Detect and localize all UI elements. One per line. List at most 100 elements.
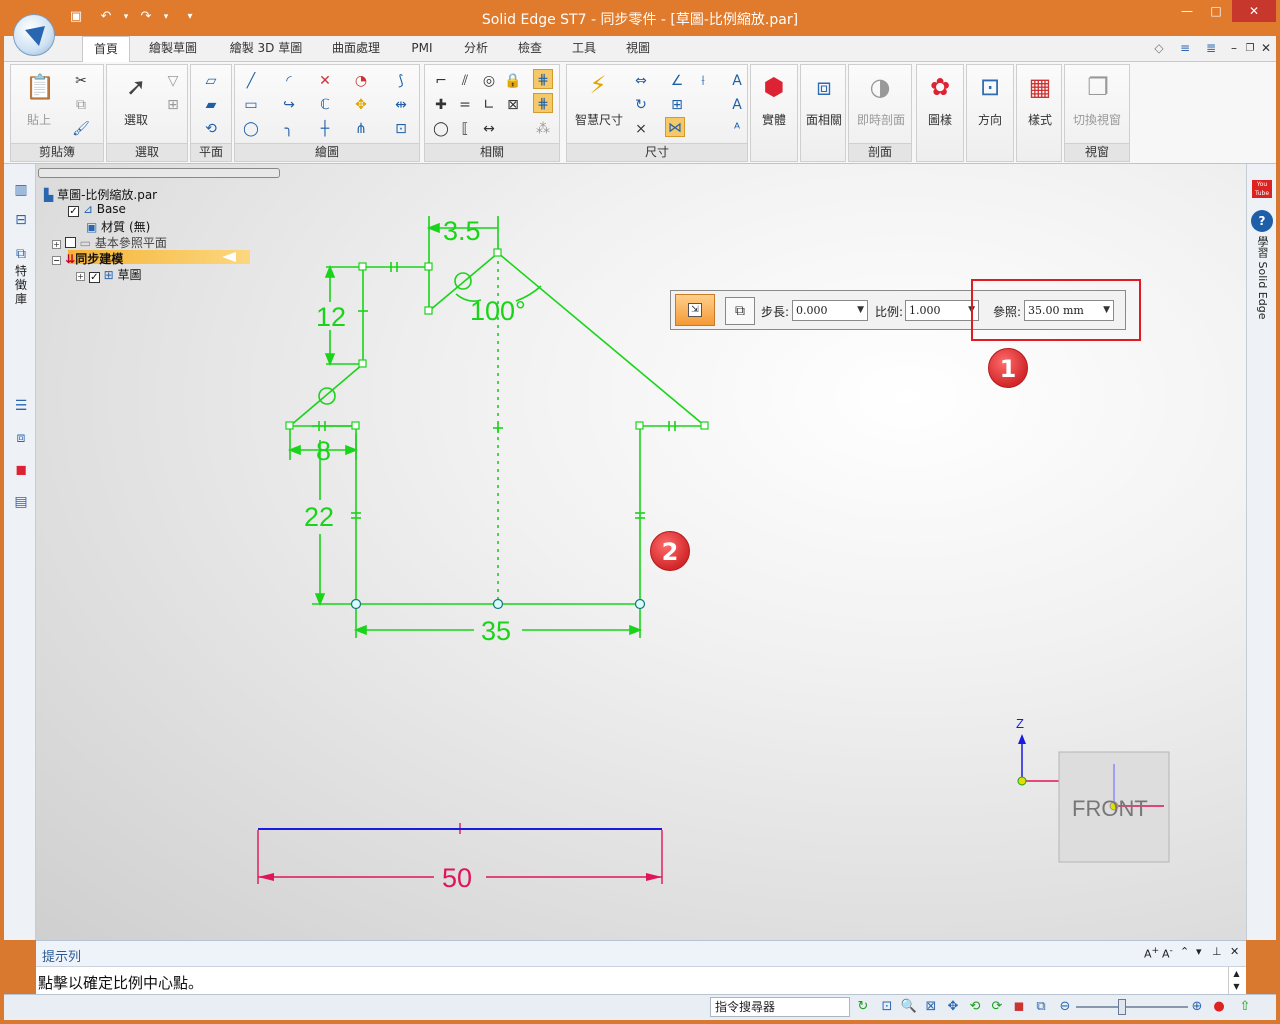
feature-library-label[interactable]: 特徵庫	[14, 264, 28, 306]
tangent-icon[interactable]: ◯	[431, 119, 451, 139]
chamfer-dim-icon[interactable]: ⨯	[631, 119, 651, 139]
relation-handles-icon[interactable]: ⋕	[533, 93, 553, 113]
dim-12[interactable]: 12	[316, 302, 346, 332]
layout-icon[interactable]: ≣	[1200, 36, 1222, 62]
theme-icon[interactable]: ≡	[1174, 36, 1196, 62]
pattern-icon[interactable]: ✿	[923, 71, 957, 103]
face-relate-icon[interactable]: ⧈	[807, 71, 841, 103]
fit-icon[interactable]: ⊠	[922, 998, 940, 1016]
rotate-icon[interactable]: ⟲	[966, 998, 984, 1016]
rigid-set-icon[interactable]: ⊠	[503, 95, 523, 115]
doc-restore-icon[interactable]: ❐	[1242, 36, 1258, 62]
trim-icon[interactable]: ✕	[315, 71, 335, 91]
redo-dropdown-icon[interactable]: ▾	[156, 7, 176, 27]
lock-icon[interactable]: 🔒	[503, 71, 523, 91]
minimize-button[interactable]: —	[1172, 0, 1202, 22]
zoom-icon[interactable]: 🔍	[900, 998, 918, 1016]
doc-close-icon[interactable]: ✕	[1258, 36, 1274, 62]
zoom-slider-handle[interactable]	[1118, 999, 1126, 1015]
offset-icon[interactable]: ◔	[351, 71, 371, 91]
layers-tab-icon[interactable]: ⊟	[11, 210, 31, 230]
switch-window-icon[interactable]: ❐	[1081, 71, 1115, 103]
solids-icon[interactable]: ⬢	[757, 71, 791, 103]
youtube-icon[interactable]: You Tube	[1252, 180, 1272, 198]
copy-toggle-button[interactable]: ⧉	[725, 297, 755, 325]
zoom-slider-track[interactable]	[1076, 1006, 1188, 1008]
scale-center-button[interactable]: ⇲	[675, 294, 715, 326]
rectangle-icon[interactable]: ▭	[241, 95, 261, 115]
redo-icon[interactable]: ↷	[136, 7, 156, 27]
mirror-icon[interactable]: ⇹	[391, 95, 411, 115]
project-icon[interactable]: ⊡	[391, 119, 411, 139]
circle-icon[interactable]: ◯	[241, 119, 261, 139]
save-icon[interactable]: ▣	[66, 7, 86, 27]
customize-qat-icon[interactable]: ▾	[180, 7, 200, 27]
concentric-icon[interactable]: ◎	[479, 71, 499, 91]
dim-22[interactable]: 22	[304, 502, 334, 532]
close-icon[interactable]: ✕	[1230, 945, 1239, 958]
dim-style-icon[interactable]: A	[727, 71, 747, 91]
select-arrow-icon[interactable]: ➚	[119, 71, 153, 103]
line-icon[interactable]: ╱	[241, 71, 261, 91]
tab-pmi[interactable]: PMI	[400, 36, 444, 62]
dim-50[interactable]: 50	[442, 863, 472, 893]
orient-icon[interactable]: ⊡	[973, 71, 1007, 103]
zoom-out-icon[interactable]: ⊖	[1056, 998, 1074, 1016]
parallel-icon[interactable]: ⫽	[455, 71, 475, 91]
plane-icon[interactable]: ▱	[201, 71, 221, 91]
tab-3d-sketch[interactable]: 繪製 3D 草圖	[218, 36, 314, 62]
spin-icon[interactable]: ⟳	[988, 998, 1006, 1016]
move-icon[interactable]: ✥	[351, 95, 371, 115]
tangent-arc-icon[interactable]: ↪	[279, 95, 299, 115]
dim-100-deg[interactable]: 100°	[470, 296, 526, 326]
dim-axis-lock-icon[interactable]: ⋈	[665, 117, 685, 137]
refresh-icon[interactable]: ↻	[854, 998, 872, 1016]
views-icon[interactable]: ⧉	[1032, 998, 1050, 1016]
style-icon[interactable]: ▦	[1023, 71, 1057, 103]
assembly-icon[interactable]: ⧈	[11, 428, 31, 448]
pan-icon[interactable]: ✥	[944, 998, 962, 1016]
feature-library-icon[interactable]: ⧉	[11, 244, 31, 264]
zoom-area-icon[interactable]: ⊡	[878, 998, 896, 1016]
doc-minimize-icon[interactable]: –	[1226, 36, 1242, 62]
cut-icon[interactable]: ✂	[71, 71, 91, 91]
dim-between-icon[interactable]: ⇔	[631, 71, 651, 91]
tab-tools[interactable]: 工具	[562, 36, 606, 62]
connect-icon[interactable]: ⌐	[431, 71, 451, 91]
font-decrease-icon[interactable]: A-	[1162, 945, 1173, 961]
paste-icon[interactable]: 📋	[23, 71, 57, 103]
command-finder-input[interactable]: 指令搜尋器	[710, 997, 850, 1017]
arc-icon[interactable]: ◜	[279, 71, 299, 91]
close-button[interactable]: ✕	[1232, 0, 1276, 22]
tab-sketch[interactable]: 繪製草圖	[138, 36, 208, 62]
dim-8[interactable]: 8	[316, 436, 331, 466]
point-icon[interactable]: ┼	[315, 119, 335, 139]
expand-icon[interactable]: ▾	[1196, 945, 1202, 958]
relation-assistant-icon[interactable]: ⁂	[533, 119, 553, 139]
tab-inspect[interactable]: 檢查	[508, 36, 552, 62]
equal-icon[interactable]: =	[455, 95, 475, 115]
tab-view[interactable]: 視圖	[616, 36, 660, 62]
learn-label[interactable]: 學習 Solid Edge	[1255, 236, 1269, 319]
fillet-icon[interactable]: ╮	[279, 119, 299, 139]
live-section-icon[interactable]: ◑	[863, 71, 897, 103]
dim-3-5[interactable]: 3.5	[443, 216, 481, 246]
undo-dropdown-icon[interactable]: ▾	[116, 7, 136, 27]
undo-icon[interactable]: ↶	[96, 7, 116, 27]
construct-icon[interactable]: ℂ	[315, 95, 335, 115]
record-icon[interactable]: ●	[1210, 998, 1228, 1016]
tab-home[interactable]: 首頁	[82, 36, 130, 63]
symmetric-dim-icon[interactable]: ↻	[631, 95, 651, 115]
step-select[interactable]: 0.000 ▼	[792, 300, 868, 321]
view-cube[interactable]: FRONT	[1058, 751, 1170, 863]
symmetry-icon[interactable]: ⋔	[351, 119, 371, 139]
zoom-in-icon[interactable]: ⊕	[1188, 998, 1206, 1016]
collinear-icon[interactable]: ↔	[479, 119, 499, 139]
pathfinder-icon[interactable]: ▥	[11, 180, 31, 200]
smart-dimension-icon[interactable]: ⚡	[581, 69, 615, 101]
scale-select[interactable]: 1.000 ▼	[905, 300, 979, 321]
layers-icon[interactable]: ☰	[11, 396, 31, 416]
help-icon[interactable]: ?	[1251, 210, 1273, 232]
dim-35[interactable]: 35	[481, 616, 511, 646]
prompt-scrollbar[interactable]: ▲ ▼	[1228, 967, 1244, 994]
